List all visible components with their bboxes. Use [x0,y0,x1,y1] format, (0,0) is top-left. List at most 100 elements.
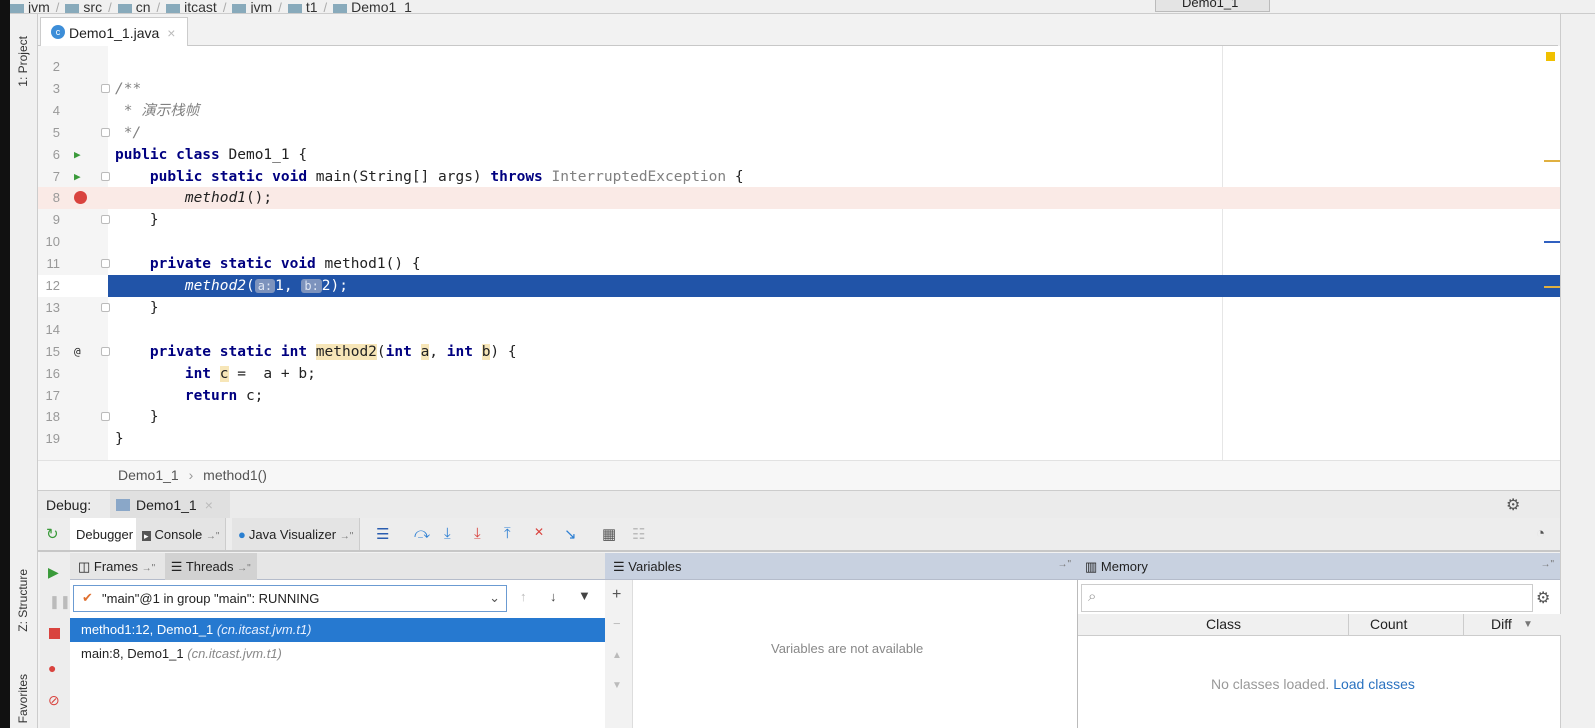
fold-icon[interactable] [101,302,110,312]
rerun-icon[interactable]: ↻ [46,525,59,543]
line-number[interactable]: 11 [38,253,61,275]
line-number[interactable]: 17 [38,385,60,407]
drop-frame-icon[interactable]: ✕ [534,525,544,539]
run-icon[interactable]: ▶ [74,166,81,188]
load-classes-link[interactable]: Load classes [1333,676,1415,692]
pin-icon[interactable]: →" [142,563,156,574]
previous-frame-icon[interactable]: ↑ [520,589,527,604]
line-number[interactable]: 8 [38,187,60,209]
line-number[interactable]: 18 [38,406,60,428]
stop-icon[interactable] [49,628,60,639]
nav-crumb[interactable]: cn [136,0,151,13]
favorites-tool-button[interactable]: Favorites [16,674,30,723]
code-line[interactable]: 3 /** [38,78,1560,100]
run-to-cursor-icon[interactable]: ↘ [564,525,577,543]
tab-threads[interactable]: ☰ Threads →" [164,553,257,580]
fold-icon[interactable] [101,215,110,225]
resume-icon[interactable]: ▶ [48,564,59,581]
view-breakpoints-icon[interactable]: ● [48,660,56,676]
structure-tool-button[interactable]: Z: Structure [16,569,30,632]
tab-debugger[interactable]: Debugger [70,518,141,550]
tab-frames[interactable]: ◫ Frames →" [78,559,155,574]
step-out-icon[interactable]: ⤒ [504,525,511,542]
step-into-icon[interactable]: ⤓ [444,525,451,542]
fold-icon[interactable] [101,346,110,356]
code-line[interactable]: 11 private static void method1() { [38,253,1560,275]
code-line[interactable]: 4 * 演示栈帧 [38,100,1560,122]
pin-icon[interactable]: →" [340,531,354,542]
gear-icon[interactable]: ⚙ [1536,588,1550,608]
close-icon[interactable]: × [167,25,175,41]
add-watch-icon[interactable]: + [612,586,621,604]
code-line[interactable]: 13 } [38,297,1560,319]
code-line[interactable]: 8 method1(); [38,187,1560,210]
line-number[interactable]: 9 [38,209,60,231]
fold-icon[interactable] [101,127,110,137]
step-over-icon[interactable]: ⤼ [414,525,430,542]
warning-marker[interactable] [1546,52,1555,61]
tab-java-visualizer[interactable]: ● Java Visualizer →" [232,518,361,550]
memory-indicator-icon[interactable]: ◔ [1536,525,1545,542]
code-line[interactable]: 6 ▶ public class Demo1_1 { [38,144,1560,166]
frame-item[interactable]: main:8, Demo1_1 (cn.itcast.jvm.t1) [70,642,605,666]
column-class[interactable]: Class [1206,616,1241,632]
move-down-icon[interactable]: ▼ [612,680,622,691]
mute-breakpoints-icon[interactable]: ⊘ [48,692,60,709]
column-diff[interactable]: Diff [1491,616,1512,632]
run-icon[interactable]: ▶ [74,144,81,166]
force-step-into-icon[interactable]: ⤓ [474,525,481,542]
tab-console[interactable]: ▸ Console →" [136,518,227,550]
close-icon[interactable]: × [205,497,213,513]
frame-item[interactable]: method1:12, Demo1_1 (cn.itcast.jvm.t1) [70,618,605,642]
line-number[interactable]: 2 [38,56,60,78]
line-number[interactable]: 19 [38,428,60,450]
breadcrumb-class[interactable]: Demo1_1 [118,467,179,483]
line-number[interactable]: 13 [38,297,60,319]
code-line[interactable]: 18 } [38,406,1560,428]
line-number[interactable]: 5 [38,122,60,144]
code-line[interactable]: 16 int c = a + b; [38,363,1560,385]
code-line[interactable]: 7 ▶ public static void main(String[] args… [38,166,1560,188]
fold-icon[interactable] [101,83,110,93]
breadcrumb-method[interactable]: method1() [203,467,267,483]
nav-crumb[interactable]: t1 [306,0,318,13]
pin-icon[interactable]: →" [237,563,251,574]
implements-icon[interactable]: @ [74,341,81,363]
show-execution-point-icon[interactable]: ☰ [376,525,389,543]
pin-icon[interactable]: →" [206,531,220,542]
trace-icon[interactable]: ☷ [632,525,645,543]
marker[interactable] [1544,286,1560,288]
code-line[interactable]: 9 } [38,209,1560,231]
run-config-selector[interactable]: Demo1_1 [1155,0,1270,12]
code-line[interactable]: 19} [38,428,1560,450]
nav-crumb[interactable]: src [83,0,102,13]
fold-icon[interactable] [101,412,110,422]
line-number[interactable]: 12 [38,275,108,297]
pin-icon[interactable]: →" [1540,559,1554,570]
nav-crumb[interactable]: jvm [250,0,272,13]
column-count[interactable]: Count [1370,616,1407,632]
filter-icon[interactable]: ▼ [578,588,591,603]
debug-session-tab[interactable]: Demo1_1 × [110,491,230,519]
code-editor[interactable]: 2 3/** 4 * 演示栈帧 5 */6 ▶ public class Demo1_1 … [38,46,1560,460]
line-number[interactable]: 6 [38,144,60,166]
fold-icon[interactable] [101,171,110,181]
gear-icon[interactable]: ⚙ [1506,495,1520,515]
memory-search-input[interactable]: ⌕ [1081,584,1533,612]
project-tool-button[interactable]: 1: Project [16,36,30,87]
line-number[interactable]: 4 [38,100,60,122]
remove-watch-icon[interactable]: − [613,616,621,631]
code-line[interactable]: 5 */ [38,122,1560,144]
line-number[interactable]: 10 [38,231,60,253]
code-line[interactable]: 12 method2(a: 1, b: 2); [38,275,1560,297]
line-number[interactable]: 7 [38,166,60,188]
line-number[interactable]: 3 [38,78,60,100]
nav-crumb[interactable]: jvm [28,0,50,13]
line-number[interactable]: 14 [38,319,60,341]
move-up-icon[interactable]: ▲ [612,650,622,661]
code-line[interactable]: 2 [38,56,1560,78]
thread-selector[interactable]: ✔ "main"@1 in group "main": RUNNING ⌄ [73,585,507,612]
evaluate-expression-icon[interactable]: ▦ [602,525,616,543]
pause-icon[interactable]: ❚❚ [49,594,71,610]
marker[interactable] [1544,160,1560,162]
